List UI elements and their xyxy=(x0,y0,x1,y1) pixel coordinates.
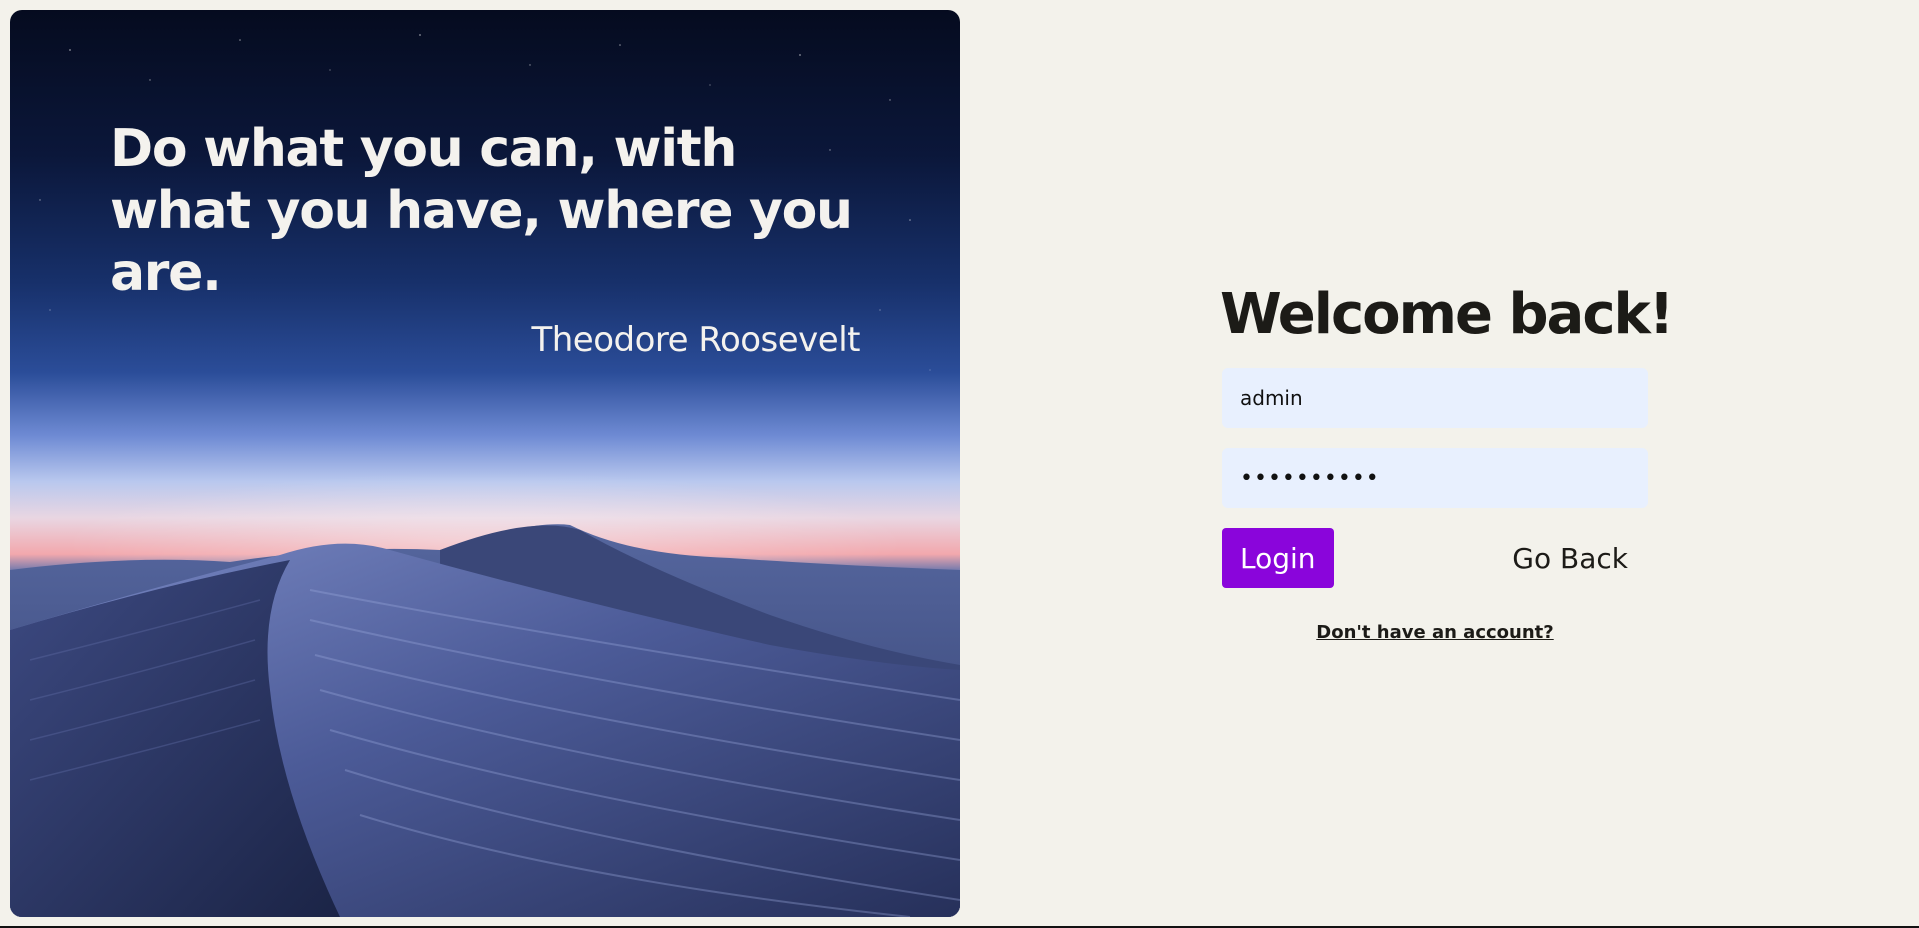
signup-row: Don't have an account? xyxy=(1222,622,1648,643)
page-title: Welcome back! xyxy=(1220,282,1674,347)
form-actions: Login Go Back xyxy=(1222,528,1648,588)
hero-quote: Do what you can, with what you have, whe… xyxy=(110,119,853,303)
hero-quote-author: Theodore Roosevelt xyxy=(531,320,860,360)
password-input[interactable] xyxy=(1222,448,1648,508)
login-page: Do what you can, with what you have, whe… xyxy=(0,0,1919,928)
go-back-button[interactable]: Go Back xyxy=(1512,528,1628,588)
username-input[interactable] xyxy=(1222,368,1648,428)
hero-panel: Do what you can, with what you have, whe… xyxy=(10,10,960,917)
login-form: Welcome back! Login Go Back Don't have a… xyxy=(1220,280,1674,643)
signup-link[interactable]: Don't have an account? xyxy=(1316,622,1553,643)
login-button[interactable]: Login xyxy=(1222,528,1334,588)
